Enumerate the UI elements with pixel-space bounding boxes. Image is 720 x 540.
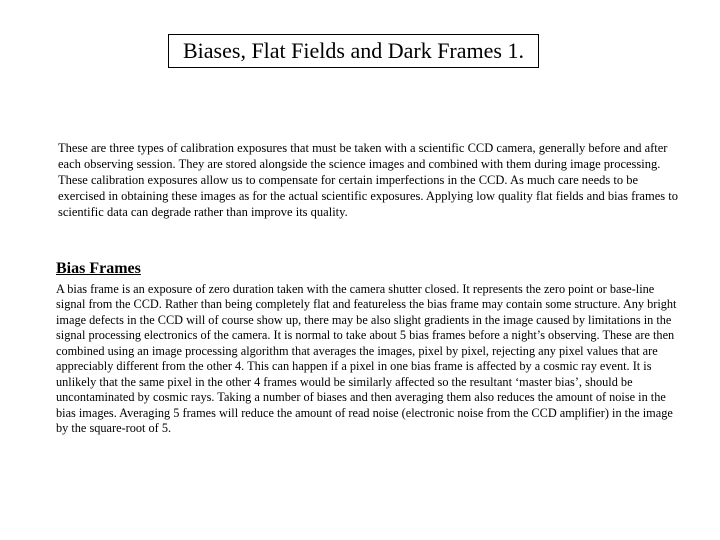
section-heading-bias-frames: Bias Frames: [56, 260, 141, 278]
page-title: Biases, Flat Fields and Dark Frames 1.: [168, 34, 539, 68]
intro-paragraph: These are three types of calibration exp…: [58, 140, 678, 220]
slide-page: Biases, Flat Fields and Dark Frames 1. T…: [0, 0, 720, 540]
bias-frames-paragraph: A bias frame is an exposure of zero dura…: [56, 282, 681, 437]
